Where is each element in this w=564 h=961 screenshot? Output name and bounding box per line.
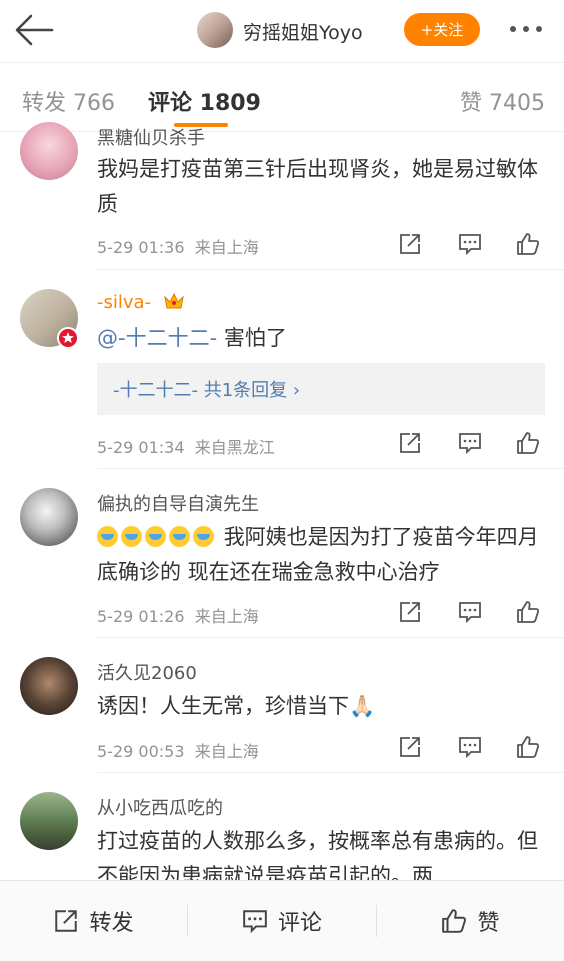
crying-emoji-icon	[97, 525, 217, 549]
like-icon[interactable]	[516, 232, 540, 256]
reply-icon[interactable]	[458, 232, 482, 256]
tab-bar: 转发 766 评论 1809 赞 7405	[0, 63, 564, 132]
verified-badge-icon	[57, 327, 79, 349]
reply-icon[interactable]	[458, 735, 482, 759]
comment-item: 从小吃西瓜吃的 打过疫苗的人数那么多，按概率总有患病的。但不能因为患病就说是疫苗…	[0, 774, 564, 880]
divider	[97, 637, 564, 638]
tab-repost[interactable]: 转发 766	[22, 85, 115, 117]
comment-item: 活久见2060 诱因！人生无常，珍惜当下🙏🏻 5-29 00:53 来自上海	[0, 639, 564, 773]
share-icon[interactable]	[398, 431, 422, 455]
commenter-name[interactable]: -silva-	[97, 291, 185, 313]
more-options-icon[interactable]	[510, 26, 550, 36]
commenter-name[interactable]: 偏执的自导自演先生	[97, 490, 259, 516]
comment-meta: 5-29 01:34 来自黑龙江	[97, 434, 275, 458]
comment-text: 我阿姨也是因为打了疫苗今年四月底确诊的 现在还在瑞金急救中心治疗	[97, 525, 539, 584]
comment-source: 来自上海	[194, 238, 259, 257]
commenter-name[interactable]: 活久见2060	[97, 659, 197, 685]
comment-text: 打过疫苗的人数那么多，按概率总有患病的。但不能因为患病就说是疫苗引起的。两	[97, 829, 538, 880]
comment-item: 黑糖仙贝杀手 我妈是打疫苗第三针后出现肾炎，她是易过敏体质 5-29 01:36…	[0, 122, 564, 270]
divider	[97, 772, 564, 773]
commenter-name[interactable]: 从小吃西瓜吃的	[97, 794, 223, 820]
commenter-name[interactable]: 黑糖仙贝杀手	[97, 124, 205, 150]
comment-source: 来自黑龙江	[194, 438, 275, 457]
like-icon[interactable]	[516, 600, 540, 624]
comment-actions	[398, 735, 544, 759]
repost-button[interactable]: 转发	[0, 881, 187, 961]
commenter-avatar[interactable]	[20, 792, 78, 850]
reply-icon[interactable]	[458, 600, 482, 624]
author-name[interactable]: 穷摇姐姐Yoyo	[243, 18, 363, 45]
comment-text: 诱因！人生无常，珍惜当下🙏🏻	[97, 694, 376, 718]
thumbs-up-icon	[442, 909, 467, 933]
comment-actions	[398, 232, 544, 256]
comment-time: 5-29 01:26	[97, 607, 185, 626]
share-icon[interactable]	[398, 600, 422, 624]
comment-icon	[243, 910, 267, 934]
comment-button[interactable]: 评论	[188, 881, 376, 961]
comment-meta: 5-29 01:36 来自上海	[97, 234, 259, 258]
tab-comments[interactable]: 评论 1809	[148, 85, 261, 117]
reply-summary[interactable]: -十二十二- 共1条回复 ›	[97, 363, 545, 415]
share-icon[interactable]	[398, 232, 422, 256]
commenter-avatar[interactable]	[20, 657, 78, 715]
reply-icon[interactable]	[458, 431, 482, 455]
divider	[97, 269, 564, 270]
comment-text: @-十二十二- 害怕了	[97, 326, 287, 350]
author-avatar[interactable]	[197, 12, 233, 48]
crown-icon	[164, 292, 184, 309]
commenter-avatar[interactable]	[20, 488, 78, 546]
comment-meta: 5-29 00:53 来自上海	[97, 738, 259, 762]
comment-item: 偏执的自导自演先生 我阿姨也是因为打了疫苗今年四月底确诊的 现在还在瑞金急救中心…	[0, 470, 564, 638]
back-arrow-icon[interactable]	[14, 13, 54, 47]
commenter-avatar[interactable]	[20, 122, 78, 180]
tab-likes[interactable]: 赞 7405	[460, 85, 545, 117]
bottom-action-bar: 转发 评论 赞	[0, 880, 564, 961]
follow-button[interactable]: +关注	[404, 13, 480, 46]
mention-link[interactable]: @-十二十二-	[97, 326, 217, 350]
comment-source: 来自上海	[194, 742, 259, 761]
repost-icon	[55, 910, 78, 932]
comment-time: 5-29 01:36	[97, 238, 185, 257]
comment-text: 我妈是打疫苗第三针后出现肾炎，她是易过敏体质	[97, 157, 538, 216]
comment-item: -silva- @-十二十二- 害怕了 -十二十二- 共1条回复 › 5-29 …	[0, 271, 564, 469]
comment-actions	[398, 600, 544, 624]
divider	[97, 468, 564, 469]
share-icon[interactable]	[398, 735, 422, 759]
like-icon[interactable]	[516, 735, 540, 759]
comment-actions	[398, 431, 544, 455]
like-button[interactable]: 赞	[377, 881, 564, 961]
like-icon[interactable]	[516, 431, 540, 455]
top-bar: 穷摇姐姐Yoyo +关注	[0, 0, 564, 63]
comment-time: 5-29 00:53	[97, 742, 185, 761]
comment-time: 5-29 01:34	[97, 438, 185, 457]
comment-meta: 5-29 01:26 来自上海	[97, 603, 259, 627]
comment-source: 来自上海	[194, 607, 259, 626]
